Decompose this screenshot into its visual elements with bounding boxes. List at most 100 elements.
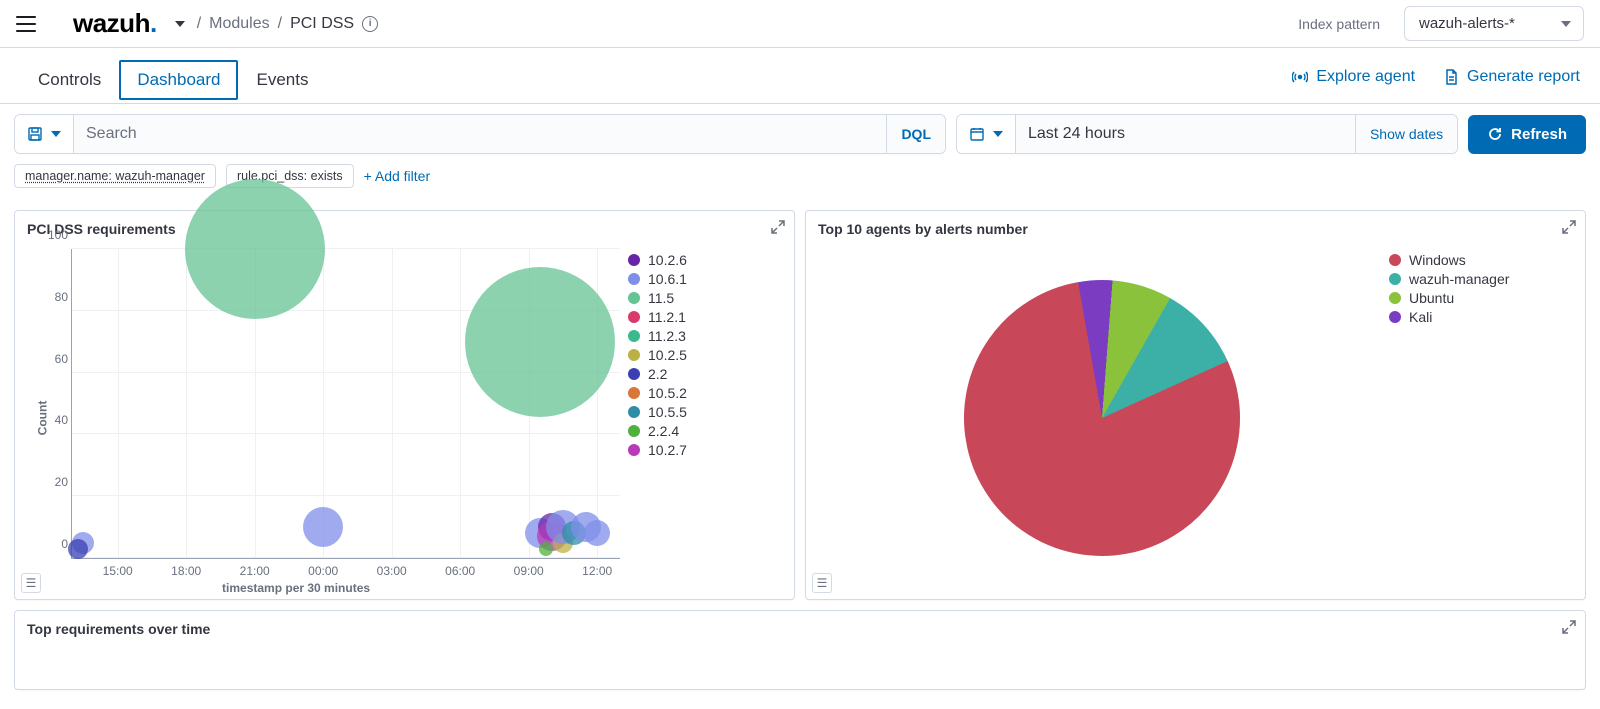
legend-label: 10.5.5 [648, 404, 687, 420]
legend-item[interactable]: 11.5 [628, 290, 778, 306]
breadcrumb-sep: / [278, 15, 282, 33]
legend-item[interactable]: 2.2 [628, 366, 778, 382]
expand-icon[interactable] [1561, 219, 1577, 238]
legend-item[interactable]: 10.2.5 [628, 347, 778, 363]
legend-swatch [628, 444, 640, 456]
legend-item[interactable]: Windows [1389, 252, 1569, 268]
expand-icon[interactable] [770, 219, 786, 238]
legend-swatch [1389, 273, 1401, 285]
document-icon [1443, 69, 1459, 85]
legend-item[interactable]: 10.5.2 [628, 385, 778, 401]
legend-label: Kali [1409, 309, 1432, 325]
legend-swatch [628, 425, 640, 437]
legend-label: 11.2.3 [648, 328, 686, 344]
y-tick: 60 [38, 352, 68, 366]
legend-swatch [628, 292, 640, 304]
disk-icon [27, 126, 43, 142]
bubble-point[interactable] [539, 542, 553, 556]
legend-label: 11.2.1 [648, 309, 686, 325]
bubble-chart[interactable]: Count 02040608010015:0018:0021:0000:0003… [31, 243, 620, 593]
generate-report-button[interactable]: Generate report [1443, 68, 1580, 86]
legend-item[interactable]: 11.2.3 [628, 328, 778, 344]
bubble-point[interactable] [68, 539, 88, 559]
saved-query-button[interactable] [15, 115, 74, 153]
legend-swatch [628, 254, 640, 266]
chevron-down-icon [993, 131, 1003, 137]
date-quick-select[interactable] [957, 115, 1016, 153]
y-tick: 0 [38, 537, 68, 551]
legend-swatch [1389, 254, 1401, 266]
legend-item[interactable]: 2.2.4 [628, 423, 778, 439]
legend-swatch [628, 387, 640, 399]
tab-controls[interactable]: Controls [20, 60, 119, 100]
explore-agent-label: Explore agent [1316, 68, 1415, 86]
panel-title: Top requirements over time [15, 611, 1585, 639]
logo[interactable]: wazuh. [73, 8, 157, 39]
menu-hamburger-icon[interactable] [16, 16, 36, 32]
legend-label: 10.2.6 [648, 252, 687, 268]
breadcrumb-modules[interactable]: Modules [209, 15, 269, 33]
panel-title: PCI DSS requirements [15, 211, 794, 239]
legend-label: Windows [1409, 252, 1466, 268]
bubble-point[interactable] [185, 179, 325, 319]
generate-report-label: Generate report [1467, 68, 1580, 86]
app-switcher-caret-icon[interactable] [175, 21, 185, 27]
bubble-point[interactable] [303, 507, 343, 547]
x-tick: 18:00 [171, 564, 201, 578]
filter-chip-manager[interactable]: manager.name: wazuh-manager [14, 164, 216, 188]
y-tick: 20 [38, 475, 68, 489]
legend-label: 10.2.7 [648, 442, 687, 458]
legend-item[interactable]: Kali [1389, 309, 1569, 325]
add-filter-button[interactable]: + Add filter [364, 168, 431, 184]
legend-item[interactable]: 10.5.5 [628, 404, 778, 420]
refresh-icon [1487, 126, 1503, 142]
legend-toggle-icon[interactable]: ☰ [812, 573, 832, 593]
legend-item[interactable]: 10.2.7 [628, 442, 778, 458]
panel-top-requirements-over-time: Top requirements over time [14, 610, 1586, 690]
dashboard-panels: PCI DSS requirements Count 0204060801001… [0, 200, 1600, 610]
query-language-toggle[interactable]: DQL [886, 115, 945, 153]
legend-swatch [628, 330, 640, 342]
index-pattern-label: Index pattern [1298, 16, 1380, 32]
legend-item[interactable]: 10.6.1 [628, 271, 778, 287]
x-tick: 06:00 [445, 564, 475, 578]
breadcrumb-sep: / [197, 15, 201, 33]
legend-swatch [628, 273, 640, 285]
legend-toggle-icon[interactable]: ☰ [21, 573, 41, 593]
x-tick: 12:00 [582, 564, 612, 578]
bubble-point[interactable] [465, 267, 615, 417]
legend-item[interactable]: Ubuntu [1389, 290, 1569, 306]
tab-events[interactable]: Events [238, 60, 326, 100]
expand-icon[interactable] [1561, 619, 1577, 638]
legend-item[interactable]: 11.2.1 [628, 309, 778, 325]
x-tick: 03:00 [377, 564, 407, 578]
panel-pci-requirements: PCI DSS requirements Count 0204060801001… [14, 210, 795, 600]
bubble-point[interactable] [584, 520, 610, 546]
antenna-icon [1292, 69, 1308, 85]
legend-swatch [1389, 311, 1401, 323]
date-group: Last 24 hours Show dates [956, 114, 1458, 154]
legend-item[interactable]: wazuh-manager [1389, 271, 1569, 287]
tab-dashboard[interactable]: Dashboard [119, 60, 238, 100]
index-pattern-select[interactable]: wazuh-alerts-* [1404, 6, 1584, 41]
y-tick: 40 [38, 413, 68, 427]
legend-label: 10.2.5 [648, 347, 687, 363]
refresh-button[interactable]: Refresh [1468, 115, 1586, 154]
show-dates-button[interactable]: Show dates [1355, 115, 1457, 153]
breadcrumb: / Modules / PCI DSS i [197, 15, 378, 33]
pie-legend: Windows wazuh-manager Ubuntu Kali [1389, 243, 1569, 593]
legend-item[interactable]: 10.2.6 [628, 252, 778, 268]
date-range-display[interactable]: Last 24 hours [1016, 115, 1355, 153]
pie-chart[interactable] [822, 243, 1381, 593]
search-input[interactable]: Search [74, 115, 886, 153]
legend-swatch [628, 349, 640, 361]
module-tabs: Controls Dashboard Events Explore agent … [0, 48, 1600, 104]
legend-label: 2.2.4 [648, 423, 679, 439]
breadcrumb-current: PCI DSS [290, 15, 354, 33]
panel-top-agents: Top 10 agents by alerts number Windowswa… [805, 210, 1586, 600]
legend-swatch [1389, 292, 1401, 304]
legend-swatch [628, 368, 640, 380]
index-pattern-value: wazuh-alerts-* [1419, 15, 1515, 32]
explore-agent-button[interactable]: Explore agent [1292, 68, 1415, 86]
info-icon[interactable]: i [362, 16, 378, 32]
